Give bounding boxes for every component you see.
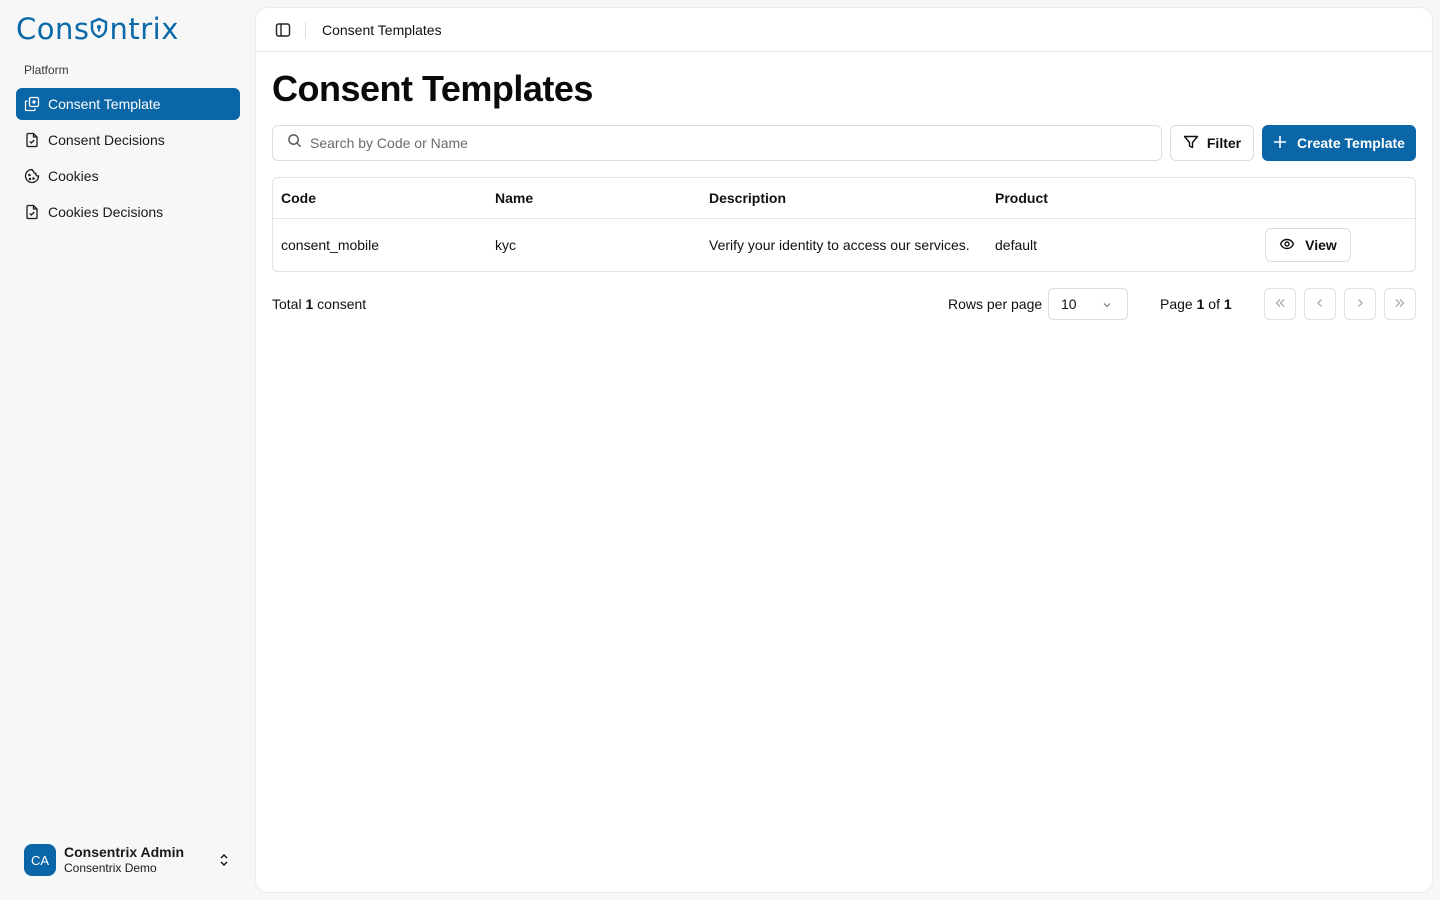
topbar: Consent Templates	[256, 8, 1432, 52]
rows-per-page-select[interactable]: 10	[1048, 288, 1128, 320]
plus-icon	[1273, 135, 1297, 152]
column-header-description[interactable]: Description	[709, 190, 975, 206]
sidebar-section-label: Platform	[24, 63, 69, 77]
search-icon	[287, 133, 310, 153]
view-button[interactable]: View	[1265, 228, 1351, 262]
total-prefix: Total	[272, 296, 302, 312]
page-indicator: Page 1 of 1	[1160, 296, 1232, 312]
cell-description: Verify your identity to access our servi…	[709, 237, 970, 253]
consentrix-logo[interactable]: Cons ntrix	[16, 12, 179, 46]
create-template-button[interactable]: Create Template	[1262, 125, 1416, 161]
user-org: Consentrix Demo	[64, 861, 157, 875]
rows-per-page-label: Rows per page	[948, 296, 1043, 312]
total-suffix: consent	[317, 296, 367, 312]
next-page-button[interactable]	[1344, 288, 1376, 320]
user-info: Consentrix Admin Consentrix Demo	[64, 844, 184, 876]
sidebar-item-label: Cookies Decisions	[48, 204, 164, 220]
column-header-name[interactable]: Name	[495, 190, 533, 206]
cookie-icon	[24, 168, 40, 184]
table-header-row: Code Name Description Product	[273, 178, 1415, 219]
chevrons-up-down-icon	[216, 852, 232, 868]
sidebar-item-label: Cookies	[48, 168, 99, 184]
page-prefix: Page	[1160, 296, 1193, 312]
user-name: Consentrix Admin	[64, 844, 185, 860]
create-template-label: Create Template	[1297, 135, 1405, 151]
chevron-right-icon	[1353, 296, 1367, 313]
sidebar-item-cookies-decisions[interactable]: Cookies Decisions	[16, 196, 240, 228]
filter-button[interactable]: Filter	[1170, 125, 1254, 161]
page-of: of	[1208, 296, 1220, 312]
sidebar-item-label: Consent Decisions	[48, 132, 165, 148]
column-header-product[interactable]: Product	[995, 190, 1048, 206]
table-row: consent_mobile kyc Verify your identity …	[273, 219, 1415, 271]
page-current: 1	[1196, 296, 1205, 312]
filter-button-label: Filter	[1206, 135, 1242, 151]
eye-icon	[1279, 236, 1305, 255]
chevrons-left-icon	[1273, 296, 1287, 313]
first-page-button[interactable]	[1264, 288, 1296, 320]
user-menu[interactable]: CA Consentrix Admin Consentrix Demo	[24, 843, 240, 877]
chevrons-right-icon	[1393, 296, 1407, 313]
logo-text-left: Cons	[16, 12, 90, 46]
sidebar-nav: Consent Template Consent Decisions Cooki…	[16, 88, 240, 232]
cell-code: consent_mobile	[281, 237, 380, 253]
total-count: Total 1 consent	[272, 296, 366, 312]
logo-text-right: ntrix	[109, 12, 179, 46]
sidebar-item-cookies[interactable]: Cookies	[16, 160, 240, 192]
rows-per-page-value: 10	[1061, 296, 1077, 312]
chevron-left-icon	[1313, 296, 1327, 313]
topbar-divider	[305, 21, 306, 38]
main-panel: Consent Templates Consent Templates Filt…	[256, 8, 1432, 892]
templates-table: Code Name Description Product consent_mo…	[272, 177, 1416, 272]
logo-shield-icon	[89, 12, 109, 46]
page-title: Consent Templates	[272, 68, 593, 109]
pagination-bar: Total 1 consent Rows per page 10 Page 1 …	[272, 288, 1416, 320]
templates-icon	[24, 96, 40, 112]
view-button-label: View	[1305, 237, 1337, 253]
file-check-icon	[24, 204, 40, 220]
last-page-button[interactable]	[1384, 288, 1416, 320]
cell-name: kyc	[495, 237, 516, 253]
sidebar-item-consent-template[interactable]: Consent Template	[16, 88, 240, 120]
previous-page-button[interactable]	[1304, 288, 1336, 320]
sidebar-item-consent-decisions[interactable]: Consent Decisions	[16, 124, 240, 156]
avatar: CA	[24, 844, 56, 876]
cell-product: default	[995, 237, 1038, 253]
search-box	[272, 125, 1162, 161]
sidebar-toggle-icon[interactable]	[274, 21, 292, 39]
file-check-icon	[24, 132, 40, 148]
sidebar-item-label: Consent Template	[48, 96, 161, 112]
filter-icon	[1183, 134, 1207, 153]
sidebar: Cons ntrix Platform Consent Template Con…	[0, 0, 256, 900]
breadcrumb: Consent Templates	[322, 21, 442, 38]
total-number: 1	[305, 296, 314, 312]
search-input[interactable]	[310, 135, 1150, 151]
column-header-code[interactable]: Code	[281, 190, 316, 206]
page-total: 1	[1223, 296, 1232, 312]
